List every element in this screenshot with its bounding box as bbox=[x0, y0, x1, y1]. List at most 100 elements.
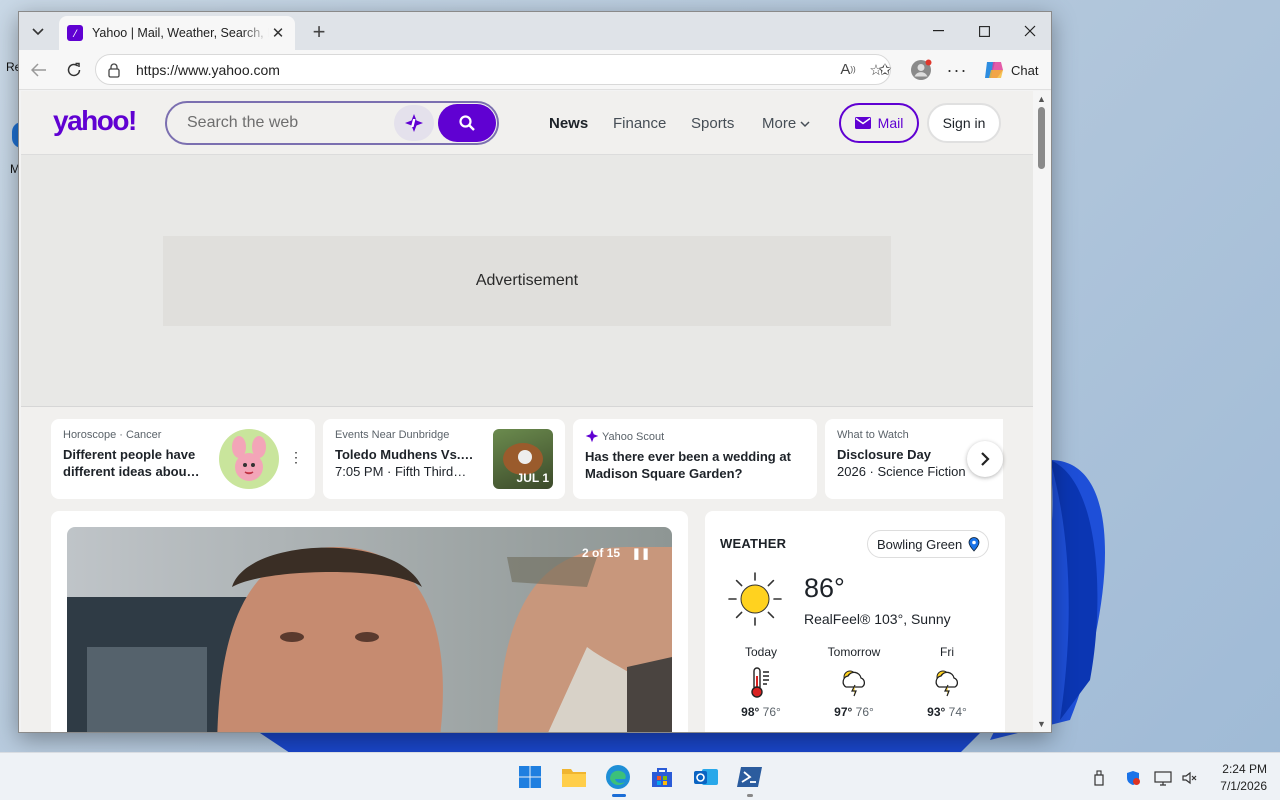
hero-carousel[interactable]: 2 of 15 ❚❚ bbox=[51, 511, 688, 732]
location-name: Bowling Green bbox=[877, 536, 963, 552]
web-page: yahoo! News Finance Sports More Mail Sig… bbox=[21, 91, 1033, 732]
back-arrow-icon bbox=[31, 63, 46, 77]
security-shield-icon[interactable] bbox=[1124, 769, 1142, 787]
sparkle-icon bbox=[405, 114, 423, 132]
new-tab-button[interactable]: + bbox=[307, 20, 331, 44]
volume-muted-icon[interactable] bbox=[1180, 769, 1198, 787]
close-window-button[interactable] bbox=[1007, 12, 1051, 50]
clock-time: 2:24 PM bbox=[1222, 762, 1267, 776]
maximize-icon bbox=[978, 25, 990, 37]
nav-more-label: More bbox=[762, 115, 797, 132]
favorites-button[interactable]: ✩ bbox=[873, 59, 897, 81]
scrollbar-thumb[interactable] bbox=[1038, 107, 1045, 169]
more-dots-icon: ··· bbox=[946, 59, 968, 80]
carousel-next-button[interactable] bbox=[967, 441, 1003, 477]
edge-taskbar-button[interactable] bbox=[604, 763, 632, 797]
card-category-label: Yahoo Scout bbox=[602, 431, 665, 443]
tab-title: Yahoo | Mail, Weather, Search, Politics,… bbox=[92, 26, 269, 40]
outlook-icon bbox=[694, 769, 718, 785]
yahoo-header: yahoo! News Finance Sports More Mail Sig… bbox=[21, 91, 1033, 155]
nav-sports[interactable]: Sports bbox=[691, 115, 734, 132]
card-headline: Has there ever been a wedding at Madison… bbox=[585, 449, 791, 481]
store-button[interactable] bbox=[648, 763, 676, 791]
weather-title: WEATHER bbox=[720, 536, 787, 551]
forecast-tomorrow: Tomorrow 97° 76° bbox=[819, 645, 889, 719]
ai-search-button[interactable] bbox=[394, 105, 434, 141]
page-scrollbar[interactable]: ▲ ▼ bbox=[1033, 91, 1051, 732]
tab-actions-menu-button[interactable] bbox=[25, 19, 51, 45]
card-category: What to Watch bbox=[837, 429, 909, 441]
url-field[interactable]: https://www.yahoo.com A)) ☆ bbox=[95, 54, 891, 85]
mail-icon bbox=[854, 117, 871, 129]
close-icon bbox=[1024, 25, 1036, 37]
hero-image: 2 of 15 ❚❚ bbox=[67, 527, 672, 732]
location-picker[interactable]: Bowling Green bbox=[867, 530, 989, 558]
minimize-button[interactable] bbox=[915, 12, 961, 50]
sunny-icon bbox=[728, 572, 782, 626]
lock-icon bbox=[108, 62, 120, 78]
sign-in-button[interactable]: Sign in bbox=[927, 103, 1001, 143]
card-horoscope[interactable]: Horoscope · Cancer Different people have… bbox=[51, 419, 315, 499]
forecast-high: 98° bbox=[741, 705, 760, 719]
cancer-sign-image bbox=[219, 429, 279, 489]
thunderstorm-sun-icon bbox=[842, 670, 866, 697]
thunderstorm-sun-icon bbox=[935, 670, 959, 697]
tab-strip: / Yahoo | Mail, Weather, Search, Politic… bbox=[19, 12, 1051, 50]
read-aloud-icon[interactable]: A)) bbox=[834, 61, 862, 78]
event-date-badge: JUL 1 bbox=[516, 471, 549, 485]
file-explorer-button[interactable] bbox=[560, 763, 588, 791]
card-more-icon[interactable]: ⋮ bbox=[289, 449, 303, 466]
copilot-chat-button[interactable]: Chat bbox=[978, 56, 1045, 84]
scroll-up-icon[interactable]: ▲ bbox=[1037, 94, 1046, 104]
ad-zone: Advertisement bbox=[21, 155, 1033, 407]
mail-button[interactable]: Mail bbox=[839, 103, 919, 143]
tab-yahoo[interactable]: / Yahoo | Mail, Weather, Search, Politic… bbox=[59, 16, 295, 50]
card-subline: 7:05 PM · Fifth Third… bbox=[335, 464, 467, 479]
usb-device-icon[interactable] bbox=[1090, 769, 1108, 787]
address-bar-row: https://www.yahoo.com A)) ☆ ✩ ··· Chat bbox=[19, 50, 1051, 90]
copilot-icon bbox=[985, 62, 1003, 78]
desktop-icons-edge[interactable]: Re M bbox=[0, 56, 22, 186]
sparkle-icon bbox=[585, 429, 599, 443]
folder-icon bbox=[562, 769, 586, 787]
minimize-icon bbox=[932, 30, 944, 32]
card-event[interactable]: Events Near Dunbridge Toledo Mudhens Vs.… bbox=[323, 419, 565, 499]
nav-finance[interactable]: Finance bbox=[613, 115, 666, 132]
wallpaper-swirl bbox=[260, 733, 980, 753]
url-text: https://www.yahoo.com bbox=[136, 61, 280, 78]
scroll-down-icon[interactable]: ▼ bbox=[1037, 719, 1046, 729]
forecast-day: Tomorrow bbox=[827, 645, 881, 659]
mail-label: Mail bbox=[877, 115, 904, 131]
windows-logo-icon bbox=[519, 766, 541, 788]
chevron-down-icon bbox=[32, 28, 44, 36]
outlook-button[interactable] bbox=[692, 763, 720, 791]
profile-button[interactable] bbox=[909, 59, 933, 81]
network-icon[interactable] bbox=[1154, 769, 1172, 787]
forecast-day: Today bbox=[744, 645, 778, 659]
thermometer-icon bbox=[751, 667, 769, 698]
refresh-button[interactable] bbox=[62, 59, 86, 81]
close-tab-icon[interactable]: ✕ bbox=[269, 24, 287, 42]
yahoo-logo[interactable]: yahoo! bbox=[53, 105, 137, 137]
running-app-indicator bbox=[747, 794, 753, 797]
nav-more[interactable]: More bbox=[762, 115, 810, 132]
settings-more-button[interactable]: ··· bbox=[945, 59, 969, 81]
start-button[interactable] bbox=[516, 763, 544, 791]
crab-illustration-icon bbox=[232, 436, 266, 481]
forecast-low: 76° bbox=[855, 705, 874, 719]
forecast-low: 74° bbox=[948, 705, 967, 719]
advertisement[interactable]: Advertisement bbox=[163, 236, 891, 326]
yahoo-favicon-icon: / bbox=[67, 25, 83, 41]
back-button[interactable] bbox=[27, 59, 51, 81]
maximize-button[interactable] bbox=[961, 12, 1007, 50]
search-input[interactable] bbox=[187, 114, 394, 132]
card-yahoo-scout[interactable]: Yahoo Scout Has there ever been a weddin… bbox=[573, 419, 817, 499]
terminal-button[interactable] bbox=[736, 763, 764, 797]
search-box bbox=[165, 101, 499, 145]
favorites-list-icon: ✩ bbox=[878, 62, 892, 79]
system-clock[interactable]: 2:24 PM 7/1/2026 bbox=[1203, 761, 1267, 795]
refresh-icon bbox=[67, 62, 81, 77]
nav-news[interactable]: News bbox=[549, 115, 588, 132]
search-button[interactable] bbox=[438, 104, 496, 142]
pause-button[interactable]: ❚❚ bbox=[630, 542, 652, 564]
